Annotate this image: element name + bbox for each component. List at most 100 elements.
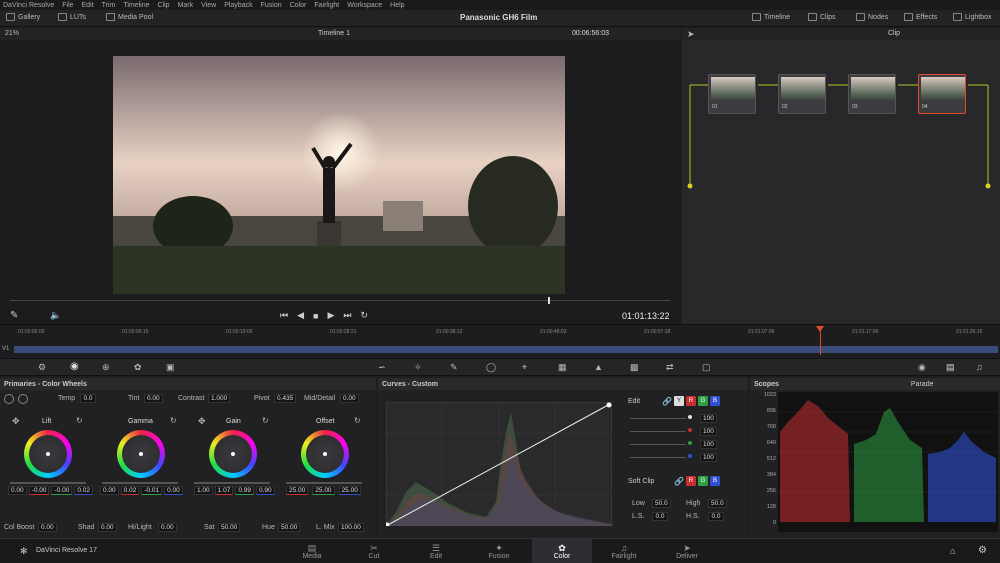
timeline-button[interactable]: Timeline xyxy=(752,13,790,21)
gamma-reset-icon[interactable]: ↻ xyxy=(170,416,177,425)
softclip-r-button[interactable]: R xyxy=(685,476,696,486)
menu-mark[interactable]: Mark xyxy=(178,2,194,9)
lift-y-field[interactable]: 0.00 xyxy=(8,486,27,495)
gamma-wheel[interactable] xyxy=(117,430,165,478)
key-icon[interactable]: ▩ xyxy=(630,362,639,373)
menu-file[interactable]: File xyxy=(62,2,73,9)
offset-master-slider[interactable] xyxy=(286,482,362,484)
lightbox-button[interactable]: Lightbox xyxy=(953,13,991,21)
menu-help[interactable]: Help xyxy=(390,2,404,9)
intensity-slider-g[interactable] xyxy=(630,444,686,445)
sizing-icon[interactable]: ⇄ xyxy=(666,362,674,373)
magic-mask-icon[interactable]: ▦ xyxy=(558,362,567,373)
tint-field[interactable]: 0.00 xyxy=(144,394,163,403)
blur-icon[interactable]: ▲ xyxy=(594,362,603,372)
scrubber-playhead[interactable] xyxy=(548,297,550,304)
hs-field[interactable]: 0.0 xyxy=(708,512,724,521)
pen-tool-icon[interactable]: ✎ xyxy=(10,310,18,321)
lift-wheel-dot[interactable] xyxy=(46,452,50,456)
rgb-mixer-icon[interactable]: ✿ xyxy=(134,362,142,373)
curve-point-white[interactable] xyxy=(606,402,612,408)
channel-r-button[interactable]: R xyxy=(685,396,696,406)
temp-field[interactable]: 0.0 xyxy=(80,394,96,403)
playhead-marker-icon[interactable] xyxy=(816,326,824,332)
node-mode-dropdown[interactable]: Clip xyxy=(888,30,900,37)
gamma-y-field[interactable]: 0.00 xyxy=(100,486,119,495)
curve-graph[interactable] xyxy=(386,402,612,526)
window-icon[interactable]: ◯ xyxy=(486,362,496,373)
offset-g-field[interactable]: 25.00 xyxy=(312,486,335,495)
intensity-b-field[interactable]: 100 xyxy=(700,453,717,462)
3d-icon[interactable]: ▢ xyxy=(702,362,711,373)
low-field[interactable]: 50.0 xyxy=(652,499,671,508)
effects-button[interactable]: Effects xyxy=(904,13,937,21)
menu-view[interactable]: View xyxy=(201,2,216,9)
lift-picker-icon[interactable]: ✥ xyxy=(12,416,20,427)
color-wheels-icon[interactable]: ◉ xyxy=(70,361,79,372)
colboost-field[interactable]: 0.00 xyxy=(38,523,57,532)
channel-y-button[interactable]: Y xyxy=(673,396,684,406)
menu-clip[interactable]: Clip xyxy=(158,2,170,9)
skip-end-icon[interactable]: ⏭ xyxy=(343,310,351,321)
gain-r-field[interactable]: 1.07 xyxy=(214,486,234,495)
gain-reset-icon[interactable]: ↻ xyxy=(262,416,269,425)
media-pool-button[interactable]: Media Pool xyxy=(106,13,153,21)
skip-start-icon[interactable]: ⏮ xyxy=(280,310,288,321)
color-warper-icon[interactable]: ✧ xyxy=(414,362,422,373)
node-03[interactable]: 03 xyxy=(848,74,896,114)
gamma-master-slider[interactable] xyxy=(102,482,178,484)
intensity-g-field[interactable]: 100 xyxy=(700,440,717,449)
stop-icon[interactable]: ■ xyxy=(313,311,318,321)
auto-color-icon[interactable] xyxy=(18,394,28,404)
offset-wheel-dot[interactable] xyxy=(323,452,327,456)
channel-b-button[interactable]: B xyxy=(709,396,720,406)
intensity-y-field[interactable]: 100 xyxy=(700,414,717,423)
hue-field[interactable]: 50.00 xyxy=(278,523,301,532)
menu-fusion[interactable]: Fusion xyxy=(261,2,282,9)
home-icon[interactable]: ⌂ xyxy=(950,546,955,556)
page-fusion[interactable]: ✦ Fusion xyxy=(479,543,519,560)
channel-g-button[interactable]: G xyxy=(697,396,708,406)
scopes-toggle-icon[interactable]: ▤ xyxy=(946,362,955,373)
intensity-slider-b[interactable] xyxy=(630,457,686,458)
softclip-b-button[interactable]: B xyxy=(709,476,720,486)
node-04-selected[interactable]: 04 xyxy=(918,74,966,114)
menu-color[interactable]: Color xyxy=(290,2,307,9)
lift-wheel[interactable] xyxy=(24,430,72,478)
zoom-dropdown[interactable]: 21% xyxy=(5,30,19,37)
lift-r-field[interactable]: -0.00 xyxy=(28,486,50,495)
softclip-g-button[interactable]: G xyxy=(697,476,708,486)
ls-field[interactable]: 0.0 xyxy=(652,512,668,521)
gain-wheel[interactable] xyxy=(209,430,257,478)
menu-fairlight[interactable]: Fairlight xyxy=(314,2,339,9)
motion-effects-icon[interactable]: ▣ xyxy=(166,362,175,373)
intensity-slider-r[interactable] xyxy=(630,431,686,432)
gallery-button[interactable]: Gallery xyxy=(6,13,40,21)
page-deliver[interactable]: ➤ Deliver xyxy=(667,543,707,560)
high-field[interactable]: 50.0 xyxy=(708,499,727,508)
step-back-icon[interactable]: ◀ xyxy=(297,310,304,321)
luts-button[interactable]: LUTs xyxy=(58,13,86,21)
lmix-field[interactable]: 100.00 xyxy=(338,523,364,532)
tracker-icon[interactable]: ⌖ xyxy=(522,362,527,373)
audio-icon[interactable]: ♫ xyxy=(976,362,983,372)
menu-timeline[interactable]: Timeline xyxy=(123,2,149,9)
page-media[interactable]: ▤ Media xyxy=(292,543,332,560)
gain-g-field[interactable]: 0.99 xyxy=(235,486,254,495)
intensity-slider-y[interactable] xyxy=(630,418,686,419)
offset-r-field[interactable]: 25.00 xyxy=(286,486,309,495)
camera-raw-icon[interactable]: ⚙ xyxy=(38,362,46,373)
scrubber-track[interactable] xyxy=(10,300,670,301)
settings-gear-icon[interactable]: ⚙ xyxy=(978,545,987,556)
shad-field[interactable]: 0.00 xyxy=(98,523,117,532)
gain-picker-icon[interactable]: ✥ xyxy=(198,416,206,427)
curves-icon[interactable]: ∽ xyxy=(378,362,386,373)
offset-wheel[interactable] xyxy=(301,430,349,478)
pivot-field[interactable]: 0.435 xyxy=(274,394,297,403)
sat-field[interactable]: 50.00 xyxy=(218,523,241,532)
timeline-ruler[interactable]: 01:00:00:00 01:00:09:15 01:00:19:06 01:0… xyxy=(18,329,998,337)
middetail-field[interactable]: 0.00 xyxy=(340,394,359,403)
gain-b-field[interactable]: 0.90 xyxy=(255,486,275,495)
lift-g-field[interactable]: -0.00 xyxy=(51,486,73,495)
menu-playback[interactable]: Playback xyxy=(224,2,252,9)
